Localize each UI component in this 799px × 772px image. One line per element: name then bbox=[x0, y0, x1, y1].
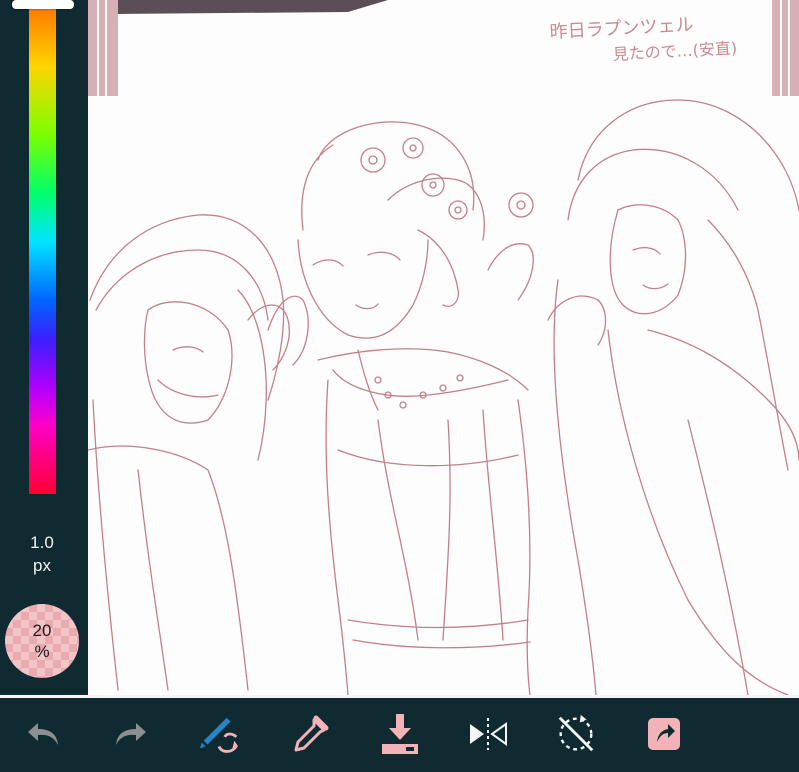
redo-icon bbox=[116, 723, 146, 745]
opacity-control[interactable]: 20 % bbox=[5, 604, 79, 678]
opacity-unit: % bbox=[34, 642, 50, 661]
bottom-toolbar bbox=[0, 695, 799, 772]
frame-left-decoration bbox=[88, 0, 118, 96]
note-line-1: 昨日ラプンツェル bbox=[549, 14, 694, 43]
note-line-2: 見たので…(安直) bbox=[612, 39, 737, 64]
character-lineart bbox=[88, 99, 799, 695]
share-button[interactable] bbox=[642, 712, 686, 756]
share-icon bbox=[648, 718, 680, 750]
brush-swap-button[interactable] bbox=[198, 712, 242, 756]
sketch-artwork: 昨日ラプンツェル 見たので…(安直) bbox=[88, 0, 799, 695]
flip-button[interactable] bbox=[466, 712, 510, 756]
redo-button[interactable] bbox=[108, 712, 152, 756]
left-sidebar: 1.0 px 20 % bbox=[0, 0, 88, 695]
opacity-value: 20 bbox=[32, 621, 52, 640]
save-icon bbox=[382, 714, 418, 754]
brush-swap-icon bbox=[199, 717, 239, 753]
top-edge-shape bbox=[118, 0, 388, 14]
drawing-canvas[interactable]: 昨日ラプンツェル 見たので…(安直) bbox=[88, 0, 799, 695]
brush-size-value[interactable]: 1.0 bbox=[0, 533, 84, 553]
hue-slider-handle[interactable] bbox=[12, 0, 74, 9]
hue-slider[interactable] bbox=[29, 8, 56, 494]
frame-right-decoration bbox=[772, 0, 799, 96]
save-button[interactable] bbox=[378, 712, 422, 756]
flip-icon bbox=[470, 718, 507, 750]
rotate-reset-icon bbox=[558, 714, 594, 752]
brush-size-unit: px bbox=[33, 556, 51, 575]
undo-icon bbox=[28, 723, 58, 745]
rotate-reset-button[interactable] bbox=[554, 712, 598, 756]
eyedropper-icon bbox=[294, 715, 329, 752]
undo-button[interactable] bbox=[22, 712, 66, 756]
eyedropper-button[interactable] bbox=[288, 712, 332, 756]
